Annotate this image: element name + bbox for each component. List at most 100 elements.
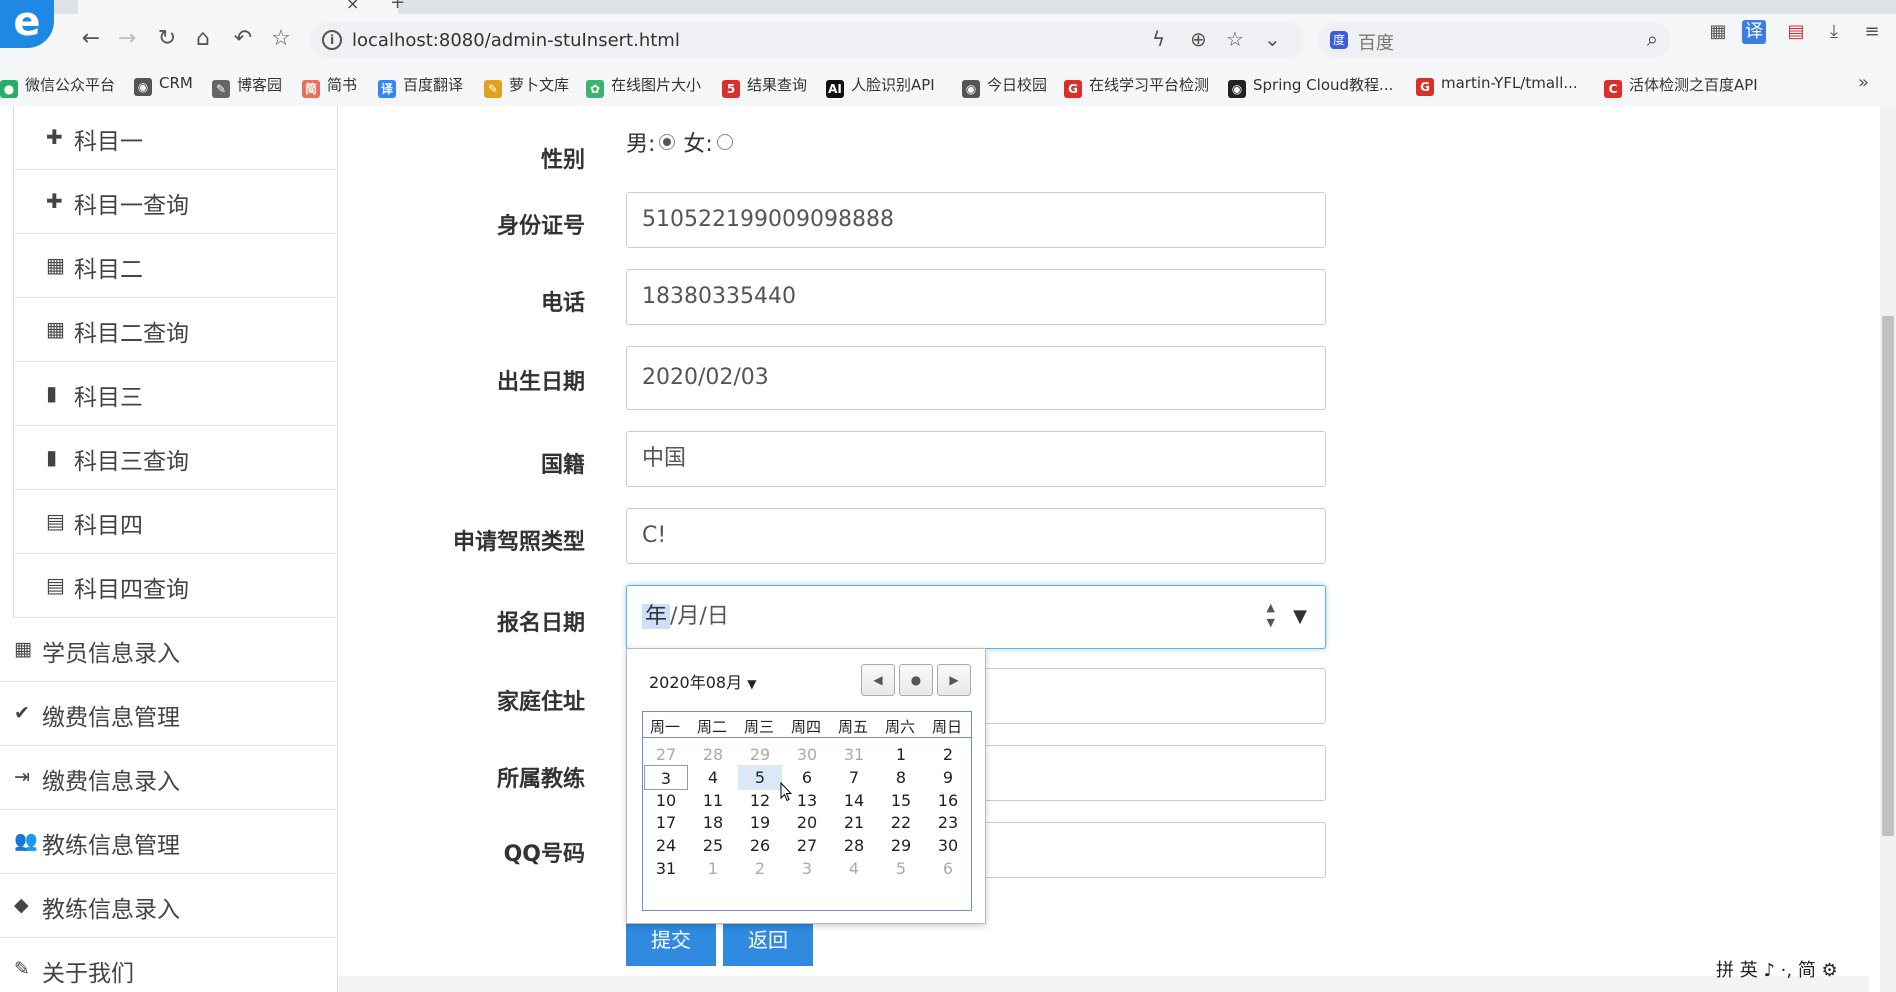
qr-grid-icon[interactable]: ▦ [1706, 20, 1730, 44]
bookmark-item[interactable]: ✿ 在线图片大小 [586, 74, 701, 98]
calendar-day[interactable]: 10 [644, 788, 688, 813]
calendar-day[interactable]: 18 [691, 810, 735, 835]
calendar-day[interactable]: 29 [738, 742, 782, 767]
reload-icon[interactable]: ↻ [152, 24, 182, 54]
ime-toolbar[interactable]: 拼 英 ♪ ·, 简 ⚙ [1716, 956, 1838, 982]
calendar-month-select[interactable]: 2020年08月 ▼ [649, 669, 756, 693]
home-icon[interactable]: ⌂ [188, 24, 218, 54]
sidebar-subitem[interactable]: ▤ 科目四 [14, 490, 338, 554]
sidebar-subitem[interactable]: ▮ 科目三查询 [14, 426, 338, 490]
calendar-day[interactable]: 4 [832, 856, 876, 881]
today-dot-icon[interactable]: ● [899, 664, 933, 696]
sidebar-subitem[interactable]: ✚ 科目一 [14, 106, 338, 170]
bookmark-item[interactable]: ◉ CRM [134, 74, 193, 96]
sidebar-subitem[interactable]: ✚ 科目一查询 [14, 170, 338, 234]
next-month-icon[interactable]: ▶ [937, 664, 971, 696]
calendar-day[interactable]: 12 [738, 788, 782, 813]
sidebar-item[interactable]: ✔ 缴费信息管理 [0, 682, 338, 746]
bookmark-item[interactable]: ◉ Spring Cloud教程... [1228, 74, 1393, 98]
date-dropdown-icon[interactable]: ▼ [1293, 586, 1307, 648]
sidebar-item[interactable]: ▦ 学员信息录入 [0, 618, 338, 682]
calendar-day[interactable]: 6 [926, 856, 970, 881]
calendar-day[interactable]: 14 [832, 788, 876, 813]
calendar-day[interactable]: 4 [691, 765, 735, 790]
page-scrollbar[interactable] [1880, 106, 1896, 992]
calendar-day[interactable]: 21 [832, 810, 876, 835]
calendar-day[interactable]: 8 [879, 765, 923, 790]
bookmarks-more-icon[interactable]: » [1858, 72, 1869, 93]
search-box[interactable]: 度 百度 ⌕ [1318, 22, 1670, 58]
calendar-day[interactable]: 1 [691, 856, 735, 881]
calendar-day[interactable]: 24 [644, 833, 688, 858]
sidebar-subitem[interactable]: ▦ 科目二查询 [14, 298, 338, 362]
tab-close-icon[interactable]: × [346, 0, 359, 13]
prev-month-icon[interactable]: ◀ [861, 664, 895, 696]
sidebar-subitem[interactable]: ▦ 科目二 [14, 234, 338, 298]
search-icon[interactable]: ⌕ [1647, 27, 1658, 51]
bookmark-item[interactable]: 5 结果查询 [722, 74, 807, 98]
date-spinner-icon[interactable]: ▲ ▼ [1267, 600, 1275, 630]
pdf-icon[interactable]: ▤ [1784, 20, 1808, 44]
calendar-day[interactable]: 22 [879, 810, 923, 835]
female-radio[interactable] [716, 134, 733, 150]
id-card-input[interactable]: 510522199009098888 [626, 192, 1326, 248]
new-tab-icon[interactable]: + [390, 0, 405, 13]
forward-icon[interactable]: → [112, 24, 142, 54]
calendar-day[interactable]: 2 [926, 742, 970, 767]
reg-date-year-segment[interactable]: 年 [642, 604, 671, 629]
address-bar[interactable]: i localhost:8080/admin-stuInsert.html ϟ … [310, 22, 1304, 58]
birth-date-input[interactable]: 2020/02/03 [626, 346, 1326, 410]
bookmark-item[interactable]: ✎ 博客园 [212, 74, 282, 98]
calendar-day[interactable]: 19 [738, 810, 782, 835]
nationality-input[interactable]: 中国 [626, 431, 1326, 487]
calendar-day[interactable]: 25 [691, 833, 735, 858]
calendar-day[interactable]: 16 [926, 788, 970, 813]
sidebar-subitem[interactable]: ▮ 科目三 [14, 362, 338, 426]
bookmark-item[interactable]: 简简书 [302, 74, 357, 98]
bookmark-item[interactable]: C 活体检测之百度API [1604, 74, 1758, 98]
calendar-day[interactable]: 29 [879, 833, 923, 858]
calendar-day[interactable]: 7 [832, 765, 876, 790]
favorite-star-icon[interactable]: ☆ [266, 24, 296, 54]
sidebar-item[interactable]: ✎ 关于我们 [0, 938, 338, 992]
calendar-day[interactable]: 31 [832, 742, 876, 767]
calendar-day[interactable]: 30 [926, 833, 970, 858]
sidebar-item[interactable]: ◆ 教练信息录入 [0, 874, 338, 938]
bookmark-item[interactable]: G 在线学习平台检测 [1064, 74, 1209, 98]
calendar-day[interactable]: 27 [644, 742, 688, 767]
calendar-day[interactable]: 26 [738, 833, 782, 858]
bookmark-item[interactable]: Gmartin-YFL/tmall... [1416, 74, 1578, 96]
scrollbar-thumb[interactable] [1882, 316, 1894, 836]
menu-icon[interactable]: ≡ [1860, 20, 1884, 44]
back-icon[interactable]: ← [76, 24, 106, 54]
bookmark-item[interactable]: ✎ 萝卜文库 [484, 74, 569, 98]
calendar-day[interactable]: 2 [738, 856, 782, 881]
phone-input[interactable]: 18380335440 [626, 269, 1326, 325]
chevron-down-icon[interactable]: ⌄ [1264, 27, 1281, 51]
male-radio[interactable] [659, 134, 676, 150]
calendar-day[interactable]: 17 [644, 810, 688, 835]
license-type-input[interactable]: C! [626, 508, 1326, 564]
bookmark-item[interactable]: AI 人脸识别API [826, 74, 935, 98]
calendar-day[interactable]: 5 [879, 856, 923, 881]
reg-date-rest-segment[interactable]: /月/日 [670, 604, 729, 629]
reg-date-input[interactable]: 年/月/日 ▲ ▼ ▼ [626, 585, 1326, 649]
site-info-icon[interactable]: i [322, 30, 342, 50]
calendar-day[interactable]: 23 [926, 810, 970, 835]
calendar-day[interactable]: 5 [738, 764, 782, 790]
zoom-icon[interactable]: ⊕ [1190, 27, 1207, 51]
sidebar-item[interactable]: ⇥ 缴费信息录入 [0, 746, 338, 810]
undo-icon[interactable]: ↶ [228, 24, 258, 54]
calendar-day[interactable]: 28 [691, 742, 735, 767]
bookmark-star-icon[interactable]: ☆ [1226, 27, 1244, 51]
calendar-day[interactable]: 30 [785, 742, 829, 767]
calendar-day[interactable]: 15 [879, 788, 923, 813]
calendar-day[interactable]: 3 [644, 764, 688, 790]
calendar-day[interactable]: 28 [832, 833, 876, 858]
translate-icon[interactable]: 译 [1742, 20, 1766, 44]
lightning-icon[interactable]: ϟ [1152, 27, 1165, 51]
address-url[interactable]: localhost:8080/admin-stuInsert.html [352, 30, 680, 51]
search-input[interactable]: 百度 [1358, 29, 1394, 55]
calendar-day[interactable]: 31 [644, 856, 688, 881]
calendar-day[interactable]: 3 [785, 856, 829, 881]
